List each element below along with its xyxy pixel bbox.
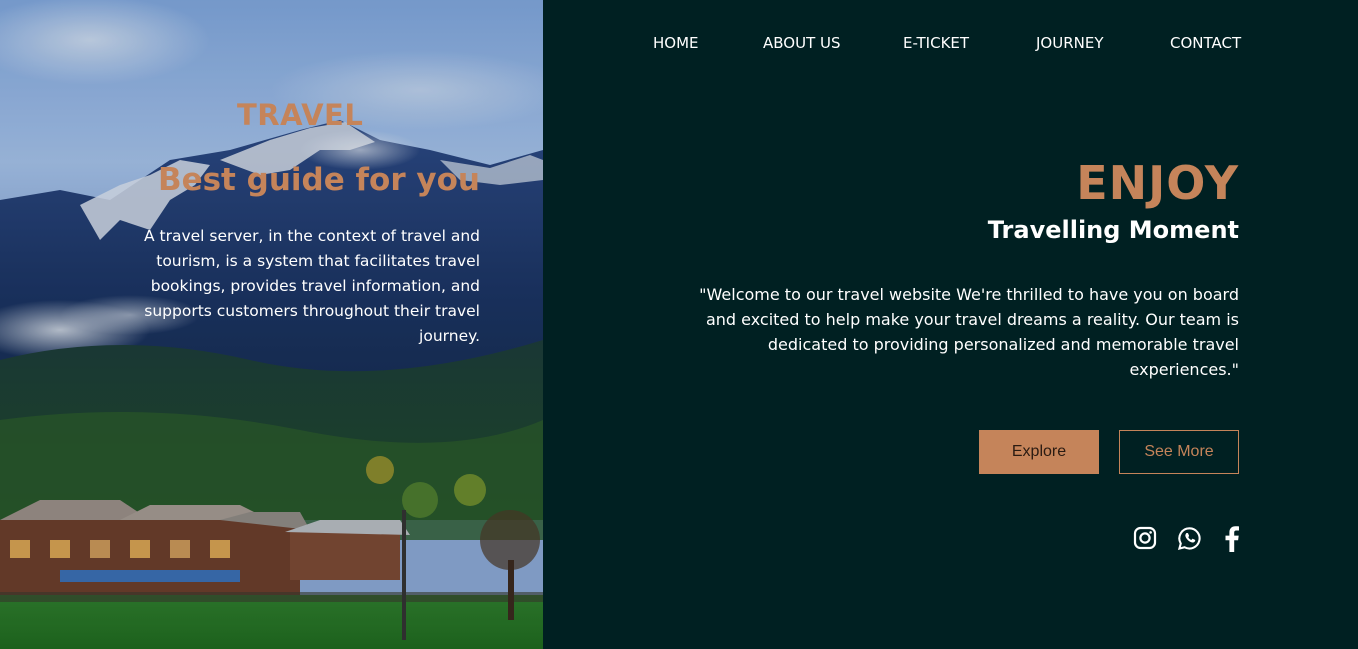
nav-e-ticket[interactable]: E-TICKET (903, 34, 969, 52)
nav-contact[interactable]: CONTACT (1170, 34, 1241, 52)
subheadline: Travelling Moment (987, 216, 1239, 244)
nav-about-us[interactable]: ABOUT US (763, 34, 841, 52)
hero-description: A travel server, in the context of trave… (143, 227, 480, 345)
hero-kicker: TRAVEL (237, 98, 364, 132)
see-more-button[interactable]: See More (1119, 430, 1239, 474)
welcome-quote: "Welcome to our travel website We're thr… (699, 285, 1239, 379)
hero-image-panel: TRAVEL Best guide for you A travel serve… (0, 0, 543, 649)
whatsapp-icon[interactable] (1177, 526, 1203, 552)
headline: ENJOY (1076, 156, 1239, 210)
explore-button[interactable]: Explore (979, 430, 1099, 474)
instagram-icon[interactable] (1133, 526, 1159, 552)
nav-journey[interactable]: JOURNEY (1036, 34, 1104, 52)
nav-home[interactable]: HOME (653, 34, 699, 52)
facebook-icon[interactable] (1221, 526, 1247, 552)
hero-title: Best guide for you (157, 162, 480, 198)
page: TRAVEL Best guide for you A travel serve… (0, 0, 1358, 649)
